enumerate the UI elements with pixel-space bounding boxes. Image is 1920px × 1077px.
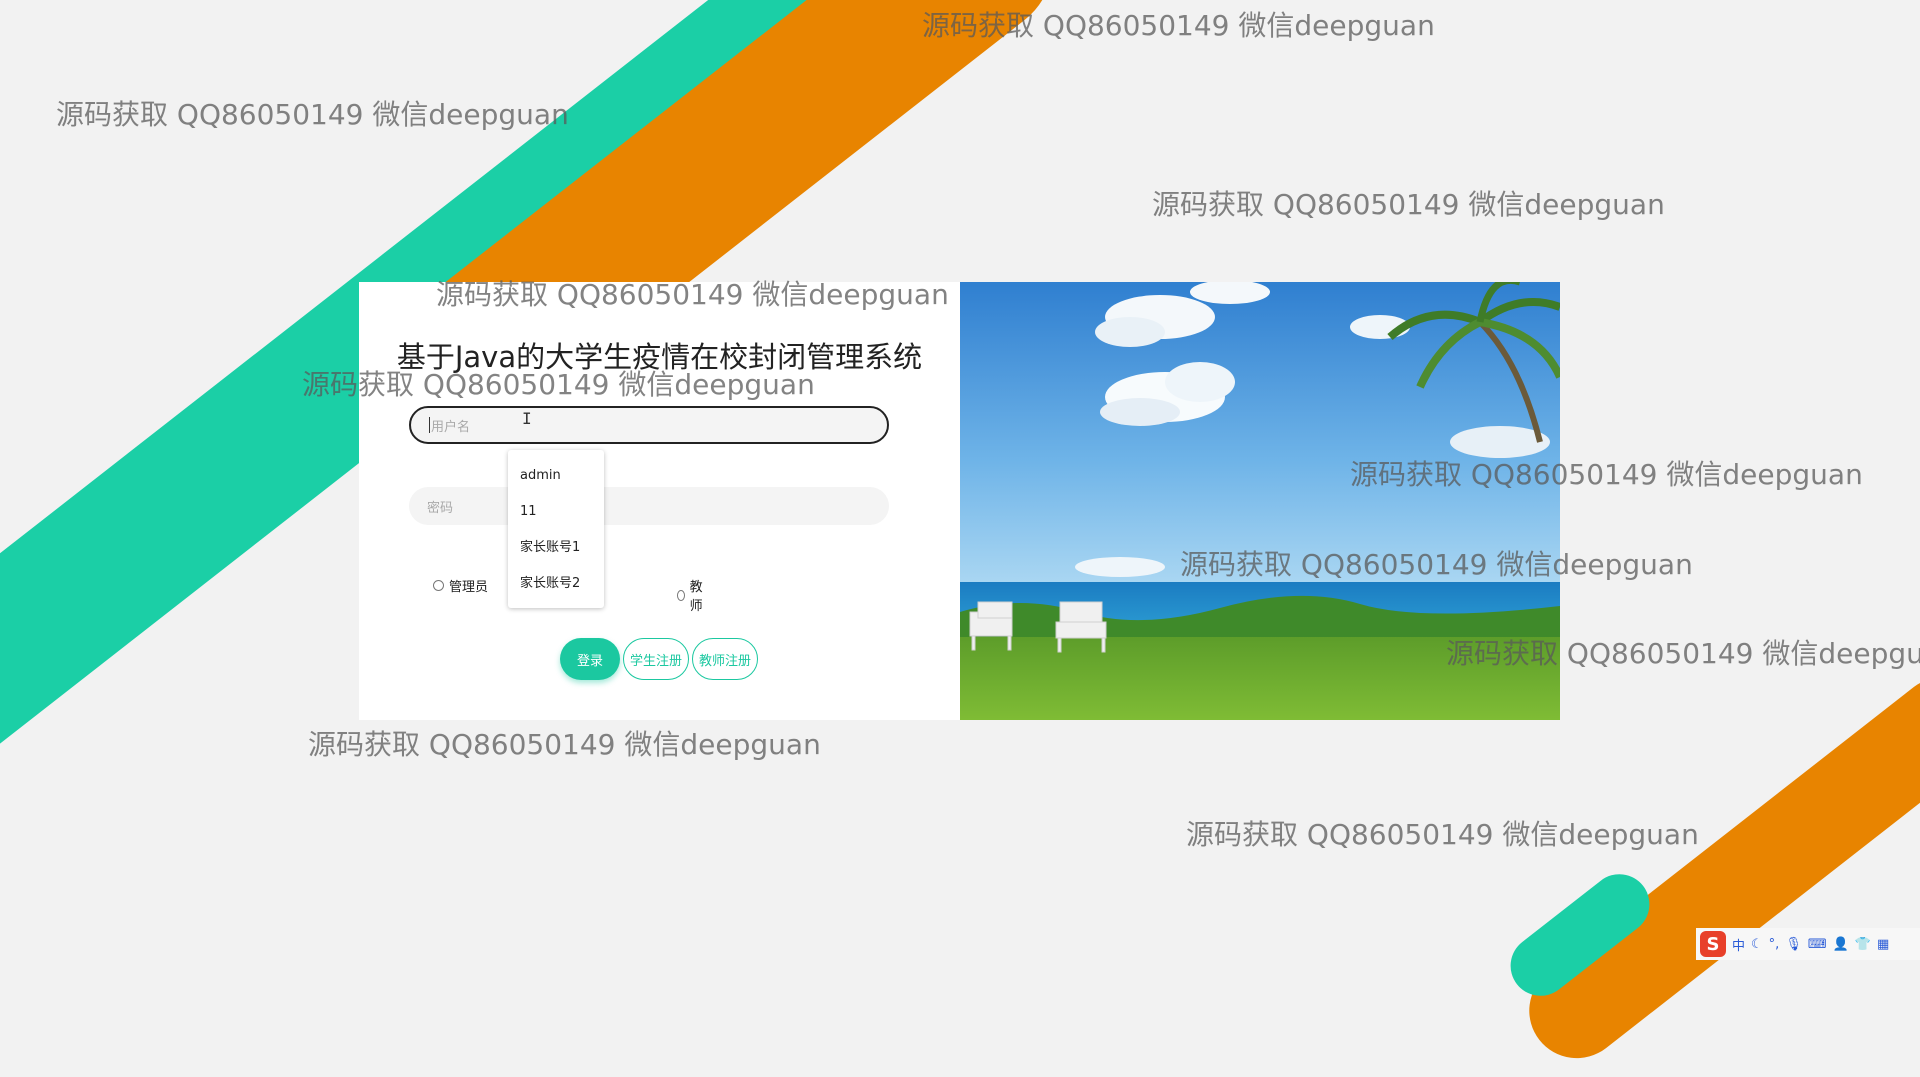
orange-stripe-decoration-bottom [1510, 657, 1920, 1077]
text-cursor [429, 417, 430, 433]
watermark: 源码获取 QQ86050149 微信deepguan [922, 9, 1435, 42]
punctuation-icon[interactable]: °, [1769, 937, 1780, 952]
watermark: 源码获取 QQ86050149 微信deepguan [302, 368, 815, 401]
autocomplete-item[interactable]: 家长账号1 [508, 530, 604, 566]
watermark: 源码获取 QQ86050149 微信deepguan [1446, 637, 1920, 670]
button-row: 登录 学生注册 教师注册 [560, 638, 758, 680]
mouse-ibeam-cursor: I [522, 409, 532, 428]
watermark: 源码获取 QQ86050149 微信deepguan [56, 98, 569, 131]
login-button[interactable]: 登录 [560, 638, 620, 680]
ime-mode-toggle[interactable]: 中 [1732, 935, 1745, 954]
autocomplete-item[interactable]: admin [508, 458, 604, 494]
watermark: 源码获取 QQ86050149 微信deepguan [1152, 188, 1665, 221]
teacher-register-button[interactable]: 教师注册 [692, 638, 758, 680]
autocomplete-item[interactable]: 11 [508, 494, 604, 530]
keyboard-icon[interactable]: ⌨ [1808, 937, 1827, 952]
shirt-icon[interactable]: 👕 [1855, 937, 1871, 952]
username-input[interactable]: 用户名 [409, 406, 889, 444]
radio-icon[interactable] [433, 580, 444, 591]
password-placeholder: 密码 [427, 500, 454, 516]
login-panel: 基于Java的大学生疫情在校封闭管理系统 用户名 密码 管理员 教师 登录 学生… [359, 282, 960, 720]
watermark: 源码获取 QQ86050149 微信deepguan [1180, 548, 1693, 581]
grid-icon[interactable]: ▦ [1877, 937, 1889, 952]
microphone-icon[interactable]: 🎙 [1785, 937, 1802, 952]
ime-toolbar: S 中 ☾ °, 🎙 ⌨ 👤 👕 ▦ [1696, 928, 1920, 960]
watermark: 源码获取 QQ86050149 微信deepguan [436, 278, 949, 311]
role-label: 管理员 [449, 580, 489, 595]
radio-icon[interactable] [677, 589, 685, 601]
student-register-button[interactable]: 学生注册 [623, 638, 689, 680]
role-label: 教师 [689, 580, 703, 614]
role-option-admin[interactable]: 管理员 [433, 576, 488, 595]
user-icon[interactable]: 👤 [1833, 937, 1849, 952]
watermark: 源码获取 QQ86050149 微信deepguan [1350, 458, 1863, 491]
username-placeholder: 用户名 [431, 419, 471, 435]
role-option-teacher[interactable]: 教师 [677, 576, 706, 614]
sogou-ime-logo[interactable]: S [1700, 931, 1726, 957]
watermark: 源码获取 QQ86050149 微信deepguan [308, 728, 821, 761]
autocomplete-dropdown: admin 11 家长账号1 家长账号2 [508, 450, 604, 608]
moon-icon[interactable]: ☾ [1751, 937, 1763, 952]
autocomplete-item[interactable]: 家长账号2 [508, 566, 604, 602]
watermark: 源码获取 QQ86050149 微信deepguan [1186, 818, 1699, 851]
password-input[interactable]: 密码 [409, 487, 889, 525]
